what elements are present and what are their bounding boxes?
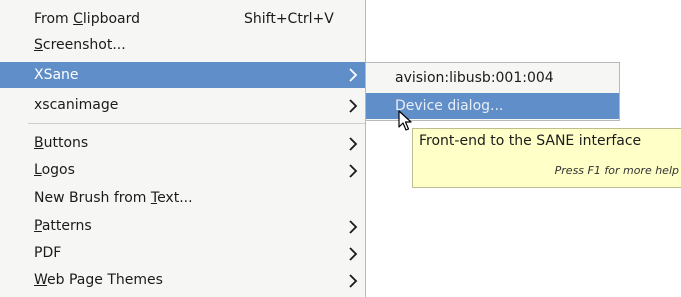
menu-item-label: Web Page Themes <box>34 272 163 288</box>
tooltip-help-hint: Press F1 for more help <box>554 164 679 177</box>
menu-item-patterns[interactable]: Patterns <box>0 214 365 238</box>
menu-item-pdf[interactable]: PDF <box>0 241 365 265</box>
menu-item-screenshot[interactable]: Screenshot... <box>0 33 365 57</box>
menu-item-xsane[interactable]: XSane <box>0 62 365 88</box>
menu-item-label: From Clipboard <box>34 11 141 27</box>
menu-item-from-clipboard[interactable]: From Clipboard Shift+Ctrl+V <box>0 7 365 31</box>
menu-item-label: Patterns <box>34 218 92 234</box>
chevron-right-icon <box>348 93 360 117</box>
chevron-right-icon <box>348 268 360 292</box>
menu-item-label: Logos <box>34 162 75 178</box>
menu-item-label: PDF <box>34 245 62 261</box>
context-menu: From Clipboard Shift+Ctrl+V Screenshot..… <box>0 0 366 297</box>
menu-item-web-page-themes[interactable]: Web Page Themes <box>0 268 365 292</box>
chevron-right-icon <box>348 241 360 265</box>
menu-item-label: Buttons <box>34 135 89 151</box>
menu-item-xscanimage[interactable]: xscanimage <box>0 93 365 117</box>
menu-item-label: XSane <box>34 67 79 83</box>
menu-item-label: xscanimage <box>34 97 119 113</box>
menu-item-logos[interactable]: Logos <box>0 158 365 182</box>
chevron-right-icon <box>348 131 360 155</box>
menu-item-label: New Brush from Text... <box>34 190 193 206</box>
menu-item-buttons[interactable]: Buttons <box>0 131 365 155</box>
chevron-right-icon <box>348 214 360 238</box>
shortcut-label: Shift+Ctrl+V <box>244 11 334 27</box>
menu-item-label: Screenshot... <box>34 37 126 53</box>
menu-separator <box>28 123 365 124</box>
mouse-pointer-icon <box>398 110 412 136</box>
tooltip: Front-end to the SANE interface Press F1… <box>412 128 681 188</box>
chevron-right-icon <box>348 158 360 182</box>
submenu-item-device[interactable]: avision:libusb:001:004 <box>366 65 619 91</box>
chevron-right-icon <box>348 62 360 86</box>
tooltip-text: Front-end to the SANE interface <box>419 133 642 149</box>
submenu-item-label: avision:libusb:001:004 <box>395 70 554 86</box>
menu-item-new-brush-from-text[interactable]: New Brush from Text... <box>0 186 365 210</box>
